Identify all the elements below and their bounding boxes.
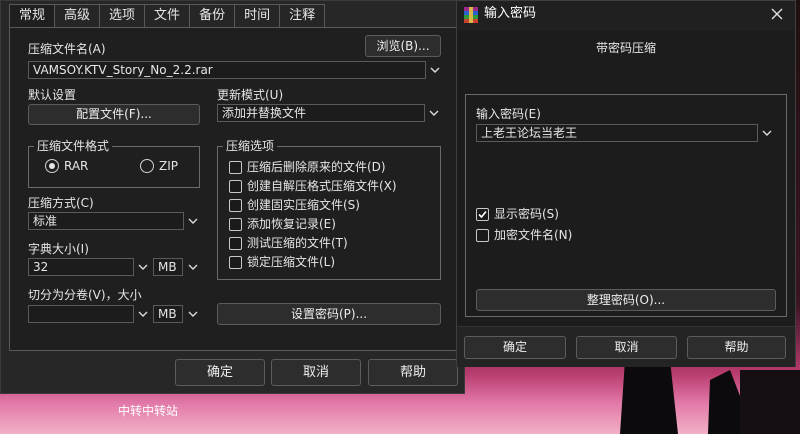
delete-after-checkbox[interactable]: [229, 161, 242, 174]
sfx-checkbox[interactable]: [229, 180, 242, 193]
dict-size-label: 字典大小(I): [28, 242, 89, 256]
password-dialog-footer: 确定 取消 帮助: [457, 326, 795, 367]
tab-files[interactable]: 文件: [144, 4, 191, 28]
password-dialog: 输入密码 带密码压缩 输入密码(E) 上老王论坛当老王 显示密码(S) 加密文件…: [456, 0, 796, 367]
rar-radio[interactable]: [45, 159, 59, 173]
delete-after-label[interactable]: 压缩后删除原来的文件(D): [247, 159, 386, 175]
browse-button[interactable]: 浏览(B)...: [365, 35, 441, 57]
archive-name-label: 压缩文件名(A): [28, 42, 106, 56]
lock-archive-checkbox[interactable]: [229, 256, 242, 269]
help-button[interactable]: 帮助: [368, 359, 458, 386]
chevron-down-icon[interactable]: [428, 63, 442, 77]
chevron-down-icon[interactable]: [186, 214, 200, 228]
test-files-checkbox[interactable]: [229, 237, 242, 250]
chevron-down-icon[interactable]: [186, 260, 200, 274]
split-size-input[interactable]: [28, 305, 134, 323]
recovery-record-checkbox[interactable]: [229, 218, 242, 231]
chevron-down-icon[interactable]: [186, 307, 200, 321]
password-ok-button[interactable]: 确定: [464, 336, 566, 359]
solid-label[interactable]: 创建固实压缩文件(S): [247, 197, 360, 213]
set-password-button[interactable]: 设置密码(P)...: [217, 303, 441, 325]
password-help-button[interactable]: 帮助: [687, 336, 786, 359]
zip-radio[interactable]: [140, 159, 154, 173]
password-dialog-subtitle: 带密码压缩: [595, 41, 656, 55]
winrar-app-icon: [464, 7, 478, 23]
archive-format-group-title: 压缩文件格式: [34, 139, 113, 153]
profile-button[interactable]: 配置文件(F)...: [28, 104, 200, 125]
tab-general[interactable]: 常规: [9, 4, 56, 29]
show-password-checkbox[interactable]: [476, 208, 489, 221]
zip-radio-label[interactable]: ZIP: [159, 158, 178, 174]
method-select[interactable]: 标准: [28, 212, 184, 230]
desktop-icon-label[interactable]: 中转中转站: [118, 403, 178, 419]
update-mode-select[interactable]: 添加并替换文件: [217, 104, 425, 122]
update-mode-label: 更新模式(U): [217, 88, 284, 102]
chevron-down-icon[interactable]: [136, 260, 150, 274]
dict-unit-select[interactable]: MB: [153, 258, 183, 276]
password-cancel-button[interactable]: 取消: [576, 336, 677, 359]
general-tab-panel: 压缩文件名(A) 浏览(B)... VAMSOY.KTV_Story_No_2.…: [9, 27, 458, 351]
rar-radio-label[interactable]: RAR: [64, 158, 88, 174]
ok-button[interactable]: 确定: [175, 359, 265, 386]
sfx-label[interactable]: 创建自解压格式压缩文件(X): [247, 178, 397, 194]
close-icon[interactable]: [770, 7, 784, 21]
tab-time[interactable]: 时间: [234, 4, 281, 28]
encrypt-filenames-checkbox[interactable]: [476, 229, 489, 242]
solid-checkbox[interactable]: [229, 199, 242, 212]
tab-comment[interactable]: 注释: [279, 4, 326, 28]
password-label: 输入密码(E): [476, 107, 541, 121]
password-dialog-body: 带密码压缩 输入密码(E) 上老王论坛当老王 显示密码(S) 加密文件名(N) …: [457, 31, 795, 326]
lock-archive-label[interactable]: 锁定压缩文件(L): [247, 254, 335, 270]
show-password-label[interactable]: 显示密码(S): [494, 206, 559, 222]
cancel-button[interactable]: 取消: [271, 359, 361, 386]
tab-backup[interactable]: 备份: [189, 4, 236, 28]
dict-size-select[interactable]: 32: [28, 258, 134, 276]
recovery-record-label[interactable]: 添加恢复记录(E): [247, 216, 336, 232]
tab-advanced[interactable]: 高级: [54, 4, 101, 28]
split-volumes-label: 切分为分卷(V)，大小: [28, 288, 142, 302]
tab-options[interactable]: 选项: [99, 4, 146, 28]
method-label: 压缩方式(C): [28, 196, 94, 210]
password-dialog-title: 输入密码: [484, 6, 537, 21]
chevron-down-icon[interactable]: [427, 106, 441, 120]
password-input[interactable]: 上老王论坛当老王: [476, 124, 758, 142]
organize-passwords-button[interactable]: 整理密码(O)...: [476, 289, 776, 311]
test-files-label[interactable]: 测试压缩的文件(T): [247, 235, 348, 251]
archive-settings-dialog: 常规 高级 选项 文件 备份 时间 注释 压缩文件名(A) 浏览(B)... V…: [0, 0, 465, 394]
compression-options-group-title: 压缩选项: [223, 139, 278, 153]
archive-name-input[interactable]: VAMSOY.KTV_Story_No_2.2.rar: [28, 61, 426, 79]
encrypt-filenames-label[interactable]: 加密文件名(N): [494, 227, 572, 243]
chevron-down-icon[interactable]: [136, 307, 150, 321]
tab-bar: 常规 高级 选项 文件 备份 时间 注释: [9, 4, 326, 29]
chevron-down-icon[interactable]: [760, 126, 774, 140]
split-unit-select[interactable]: MB: [153, 305, 183, 323]
default-settings-label: 默认设置: [28, 88, 77, 102]
